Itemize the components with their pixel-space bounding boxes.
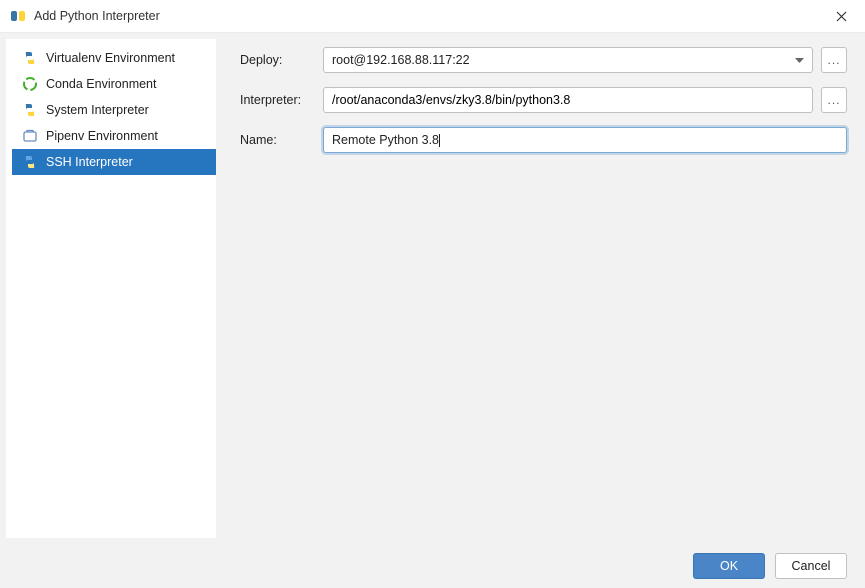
- interpreter-label: Interpreter:: [240, 93, 315, 107]
- interpreter-input[interactable]: [323, 87, 813, 113]
- sidebar-item-virtualenv[interactable]: Virtualenv Environment: [12, 45, 216, 71]
- sidebar-item-conda[interactable]: Conda Environment: [12, 71, 216, 97]
- interpreter-browse-button[interactable]: ...: [821, 87, 847, 113]
- sidebar: Virtualenv Environment Conda Environment: [6, 39, 216, 538]
- sidebar-item-label: SSH Interpreter: [46, 155, 133, 169]
- close-button[interactable]: [827, 2, 855, 30]
- app-icon: [10, 8, 26, 24]
- deploy-dropdown[interactable]: root@192.168.88.117:22: [323, 47, 813, 73]
- name-label: Name:: [240, 133, 315, 147]
- titlebar: Add Python Interpreter: [0, 0, 865, 32]
- sidebar-item-pipenv[interactable]: Pipenv Environment: [12, 123, 216, 149]
- ok-button[interactable]: OK: [693, 553, 765, 579]
- name-input[interactable]: Remote Python 3.8: [323, 127, 847, 153]
- deploy-label: Deploy:: [240, 53, 315, 67]
- cancel-button[interactable]: Cancel: [775, 553, 847, 579]
- pipenv-icon: [22, 128, 38, 144]
- name-row: Name: Remote Python 3.8: [240, 127, 847, 153]
- window-title: Add Python Interpreter: [34, 9, 827, 23]
- sidebar-item-label: Conda Environment: [46, 77, 156, 91]
- name-value: Remote Python 3.8: [332, 133, 439, 147]
- python-v-icon: [22, 50, 38, 66]
- main-area: Virtualenv Environment Conda Environment: [0, 32, 865, 544]
- sidebar-item-ssh[interactable]: SSH Interpreter: [12, 149, 216, 175]
- chevron-down-icon: [795, 53, 804, 67]
- sidebar-item-label: Virtualenv Environment: [46, 51, 175, 65]
- sidebar-item-label: Pipenv Environment: [46, 129, 158, 143]
- sidebar-item-label: System Interpreter: [46, 103, 149, 117]
- interpreter-row: Interpreter: ...: [240, 87, 847, 113]
- deploy-row: Deploy: root@192.168.88.117:22 ...: [240, 47, 847, 73]
- conda-icon: [22, 76, 38, 92]
- footer: OK Cancel: [0, 544, 865, 588]
- deploy-value: root@192.168.88.117:22: [332, 53, 470, 67]
- content-panel: Deploy: root@192.168.88.117:22 ... Inter…: [216, 33, 865, 544]
- ssh-python-icon: [22, 154, 38, 170]
- deploy-browse-button[interactable]: ...: [821, 47, 847, 73]
- sidebar-item-system[interactable]: System Interpreter: [12, 97, 216, 123]
- python-icon: [22, 102, 38, 118]
